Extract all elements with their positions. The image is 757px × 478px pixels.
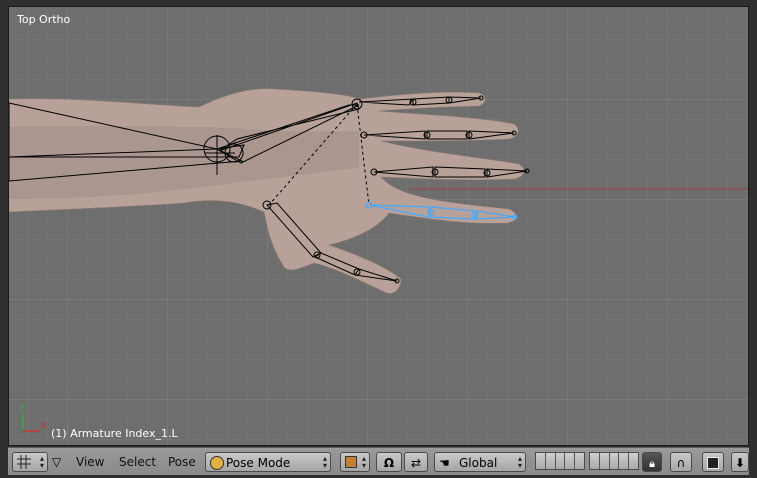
magnet-omega-icon: Ω (383, 456, 395, 470)
render-icon (707, 457, 719, 469)
manipulator-type[interactable]: ⇄ (404, 452, 428, 472)
hand-icon: ☚ (439, 456, 450, 470)
layer-buttons-1[interactable] (535, 452, 585, 470)
render-button[interactable] (702, 452, 724, 472)
lock-button[interactable]: 🔒︎ (642, 452, 662, 472)
pivot-point-selector[interactable]: ▴ ▾ (340, 452, 370, 472)
selector-arrows-icon: ▴ ▾ (517, 454, 522, 470)
grid-icon (17, 455, 31, 475)
svg-text:Z: Z (19, 404, 25, 414)
down-arrow-icon: ⬇ (734, 456, 746, 470)
view-label: Top Ortho (17, 13, 71, 26)
orientation-selector[interactable]: ☚ Global ▴ ▾ (434, 452, 526, 472)
transform-arrows-icon: ⇄ (410, 456, 422, 470)
3d-viewport[interactable]: Z X Top Ortho (1) Armature Index_1.L (8, 6, 749, 446)
svg-text:X: X (40, 422, 46, 432)
mode-selector[interactable]: Pose Mode ▴ ▾ (205, 452, 331, 472)
menu-select[interactable]: Select (119, 452, 156, 472)
menu-pose[interactable]: Pose (168, 452, 196, 472)
pose-mode-icon (210, 456, 224, 470)
orientation-label: Global (459, 456, 498, 470)
object-info: (1) Armature Index_1.L (51, 427, 178, 440)
viewport-header: ▴ ▾ ▽ View Select Pose Pose Mode ▴ ▾ ▴ ▾ Ω … (8, 447, 749, 475)
snap-toggle[interactable]: ∩ (670, 452, 692, 472)
pivot-point-icon (345, 456, 357, 468)
layer-buttons-2[interactable] (589, 452, 639, 470)
manipulator-toggle[interactable]: Ω (376, 452, 402, 472)
collapse-menu-icon[interactable]: ▽ (52, 452, 66, 472)
blender-window: { "viewport": { "view_label": "Top Ortho… (0, 0, 757, 478)
lock-icon: 🔒︎ (649, 457, 655, 470)
menu-view[interactable]: View (76, 452, 104, 472)
selector-arrows-icon: ▴ ▾ (361, 454, 366, 470)
mode-label: Pose Mode (226, 456, 291, 470)
editor-type-selector[interactable]: ▴ ▾ (12, 452, 48, 472)
scene-canvas[interactable]: Z X (9, 7, 749, 446)
export-button[interactable]: ⬇ (731, 452, 749, 472)
axis-gizmo: Z X (19, 404, 46, 432)
magnet-icon: ∩ (676, 456, 686, 470)
selector-arrows-icon: ▴ ▾ (39, 454, 44, 470)
selector-arrows-icon: ▴ ▾ (322, 454, 327, 470)
